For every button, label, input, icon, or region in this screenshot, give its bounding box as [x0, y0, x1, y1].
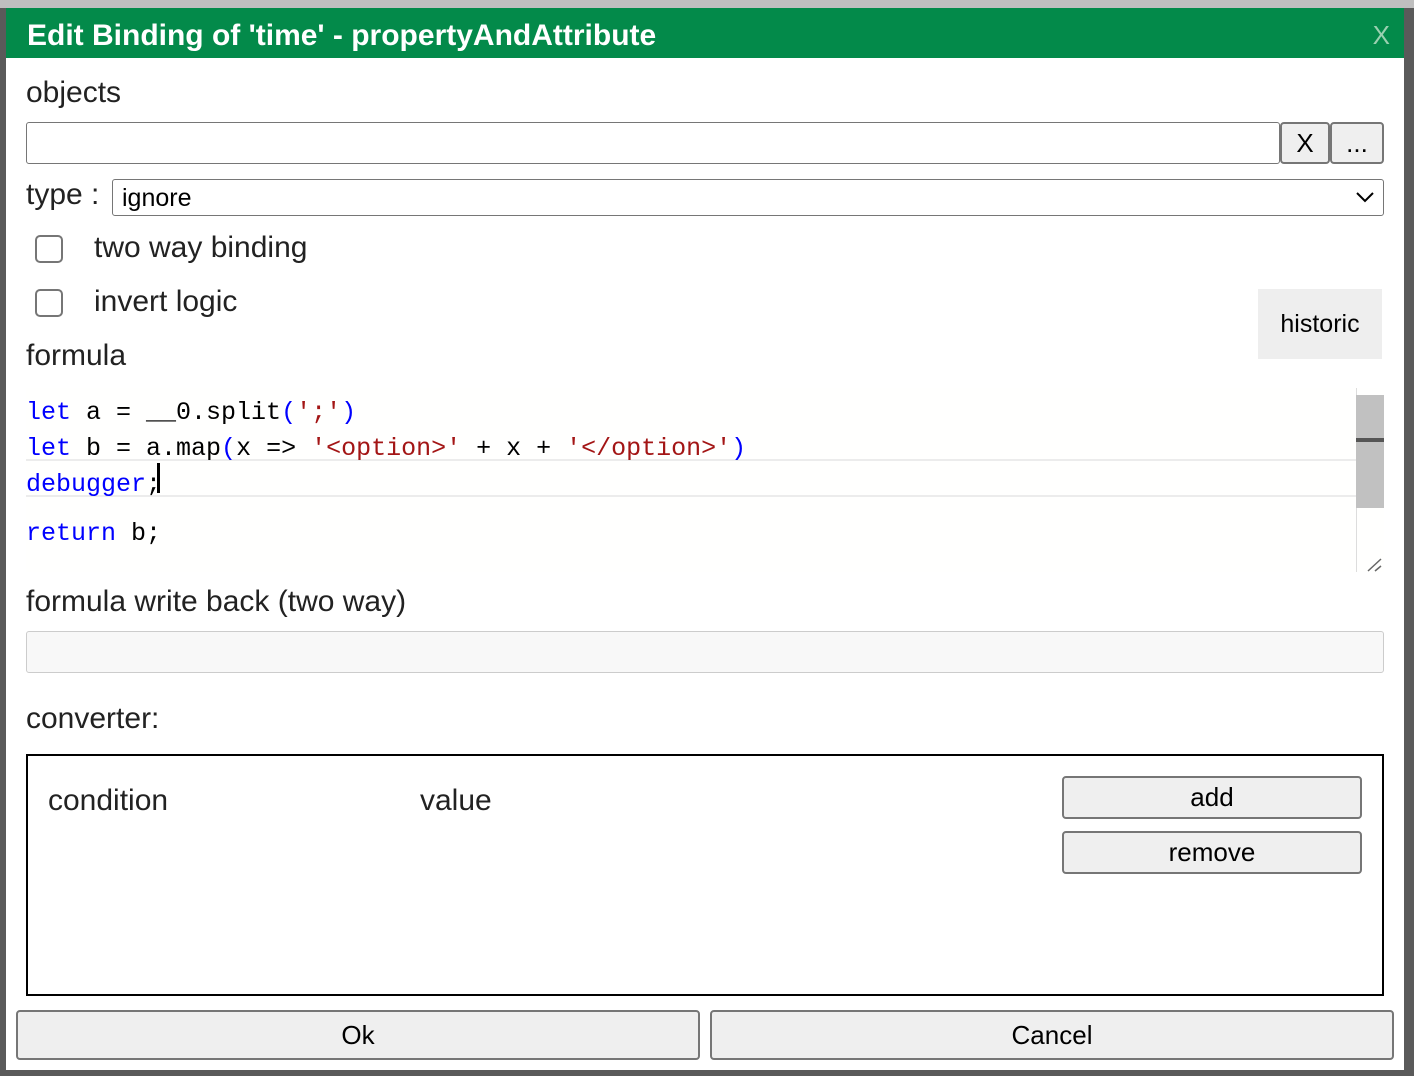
ok-button[interactable]: Ok: [16, 1010, 700, 1060]
condition-header: condition: [48, 784, 169, 817]
close-button[interactable]: X: [1373, 20, 1390, 51]
code-line: debugger;: [26, 470, 161, 499]
edit-binding-dialog: Edit Binding of 'time' - propertyAndAttr…: [6, 8, 1404, 1070]
code-line: return b;: [26, 519, 161, 548]
objects-label: objects: [26, 76, 122, 109]
code-token: a = __0.split: [71, 398, 282, 427]
code-token: ';': [296, 398, 342, 427]
dialog-titlebar[interactable]: Edit Binding of 'time' - propertyAndAttr…: [6, 8, 1404, 58]
code-token: '<option>': [311, 434, 462, 463]
code-token: let: [26, 434, 72, 463]
historic-button[interactable]: historic: [1258, 289, 1382, 359]
code-token: ): [731, 434, 747, 463]
writeback-input[interactable]: [26, 631, 1384, 673]
objects-input[interactable]: [26, 122, 1280, 164]
background-window: [0, 0, 1414, 8]
current-line-highlight: [26, 459, 1384, 497]
code-token: + x +: [461, 434, 567, 463]
formula-editor[interactable]: let a = __0.split(';') let b = a.map(x =>…: [26, 388, 1384, 572]
code-token: '</option>': [566, 434, 732, 463]
code-token: let: [26, 398, 72, 427]
value-header: value: [420, 784, 492, 817]
code-token: b;: [116, 519, 162, 548]
chevron-down-icon: [1356, 192, 1374, 203]
type-select[interactable]: ignore: [112, 179, 1384, 216]
dialog-title: Edit Binding of 'time' - propertyAndAttr…: [27, 19, 657, 52]
add-button[interactable]: add: [1062, 776, 1362, 819]
resize-handle-icon[interactable]: [1366, 558, 1382, 572]
code-token: debugger: [26, 470, 147, 499]
remove-button[interactable]: remove: [1062, 831, 1362, 874]
code-token: (: [221, 434, 237, 463]
type-select-value: ignore: [122, 184, 192, 212]
code-token: ): [341, 398, 357, 427]
objects-clear-button[interactable]: X: [1280, 122, 1330, 164]
scrollbar-marker: [1356, 438, 1384, 442]
converter-label: converter:: [26, 702, 160, 735]
code-line: let a = __0.split(';'): [26, 398, 356, 427]
writeback-label: formula write back (two way): [26, 585, 407, 618]
code-token: b = a.map: [71, 434, 222, 463]
invert-logic-checkbox[interactable]: [35, 289, 63, 317]
cancel-button[interactable]: Cancel: [710, 1010, 1394, 1060]
scrollbar-thumb[interactable]: [1356, 395, 1384, 508]
code-token: (: [281, 398, 297, 427]
code-line: let b = a.map(x => '<option>' + x + '</o…: [26, 434, 746, 463]
text-cursor: [157, 463, 160, 493]
code-token: return: [26, 519, 117, 548]
converter-table: condition value add remove: [26, 754, 1384, 996]
two-way-binding-checkbox[interactable]: [35, 235, 63, 263]
invert-logic-label: invert logic: [94, 285, 238, 318]
objects-browse-button[interactable]: ...: [1330, 122, 1384, 164]
type-label: type :: [26, 178, 100, 211]
two-way-binding-label: two way binding: [94, 231, 308, 264]
code-token: x =>: [236, 434, 312, 463]
formula-label: formula: [26, 339, 127, 372]
